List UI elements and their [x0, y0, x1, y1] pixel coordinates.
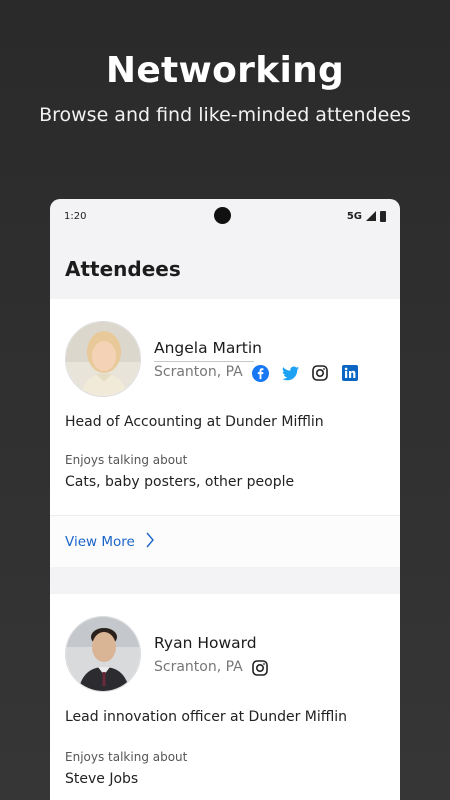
attendee-location: Scranton, PA — [154, 659, 243, 675]
social-links — [251, 364, 359, 382]
enjoys-topics: Steve Jobs — [65, 771, 139, 787]
status-indicators: 5G — [346, 210, 386, 222]
linkedin-icon[interactable] — [341, 364, 359, 382]
status-time: 1:20 — [64, 210, 87, 222]
attendee-card: Angela Martin Scranton, PA Head of Accou… — [50, 299, 400, 567]
twitter-icon[interactable] — [281, 364, 299, 382]
view-more-label: View More — [65, 533, 135, 550]
status-bar: 1:20 5G — [50, 199, 400, 233]
camera-cutout — [214, 207, 231, 224]
name-divider — [154, 361, 254, 362]
enjoys-label: Enjoys talking about — [65, 453, 188, 467]
attendee-location: Scranton, PA — [154, 364, 243, 380]
enjoys-topics: Cats, baby posters, other people — [65, 474, 295, 490]
promo-subtitle: Browse and find like-minded attendees — [39, 104, 411, 126]
attendee-name: Angela Martin — [154, 339, 262, 357]
facebook-icon[interactable] — [251, 364, 269, 382]
social-links — [251, 659, 269, 677]
avatar — [65, 616, 141, 692]
chevron-right-icon — [145, 531, 155, 553]
view-more-button[interactable]: View More — [50, 515, 400, 567]
page-title: Attendees — [65, 257, 181, 281]
attendee-job: Lead innovation officer at Dunder Miffli… — [65, 709, 348, 725]
instagram-icon[interactable] — [311, 364, 329, 382]
promo-title: Networking — [105, 50, 345, 91]
instagram-icon[interactable] — [251, 659, 269, 677]
battery-icon — [380, 210, 386, 222]
avatar — [65, 321, 141, 397]
attendee-card: Ryan Howard Scranton, PA Lead innovation… — [50, 594, 400, 800]
signal-icon — [366, 211, 376, 221]
phone-screen: 1:20 5G Attendees Angela Martin Scranton… — [50, 199, 400, 800]
network-label: 5G — [346, 210, 362, 222]
attendee-job: Head of Accounting at Dunder Mifflin — [65, 414, 324, 430]
enjoys-label: Enjoys talking about — [65, 750, 188, 764]
attendee-name: Ryan Howard — [154, 634, 257, 652]
